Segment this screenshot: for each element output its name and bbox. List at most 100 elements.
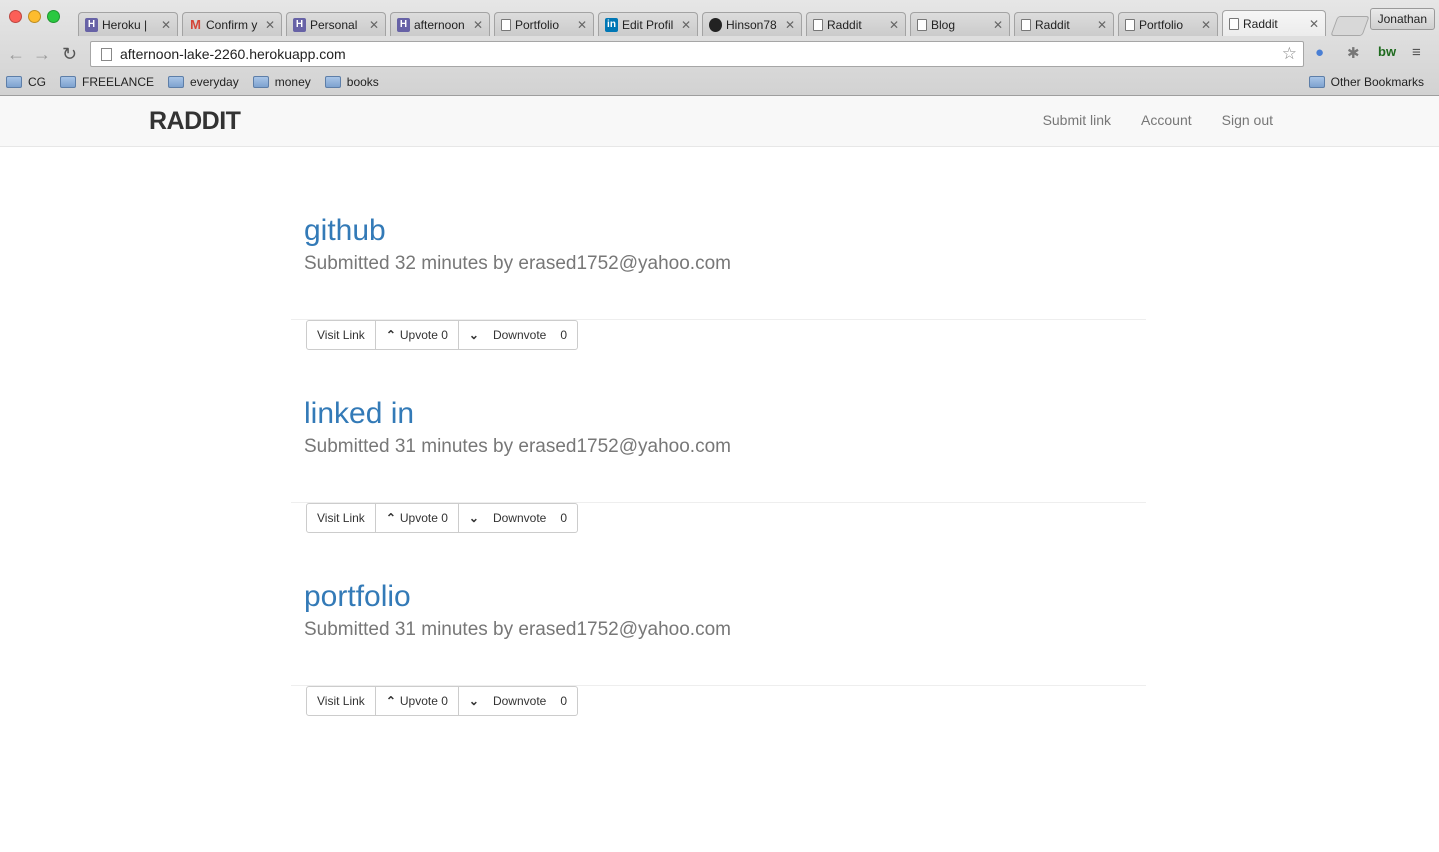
close-tab-icon[interactable]: ✕ [1201,18,1211,32]
close-tab-icon[interactable]: ✕ [369,18,379,32]
chevron-down-icon: ⌄ [468,694,479,708]
chevron-down-icon: ⌄ [468,511,479,525]
browser-toolbar: ← → ↻ ☆ ● ✱ bw ≡ [0,38,1439,70]
post-item: github Submitted 32 minutes by erased175… [291,214,1146,350]
back-icon[interactable]: ← [7,44,25,65]
downvote-button[interactable]: ⌄ Downvote 0 [457,503,579,533]
close-tab-icon[interactable]: ✕ [577,18,587,32]
page-icon [917,18,927,31]
downvote-button[interactable]: ⌄ Downvote 0 [457,320,579,350]
upvote-button[interactable]: ⌃ Upvote 0 [374,686,459,716]
close-tab-icon[interactable]: ✕ [1097,18,1107,32]
close-tab-icon[interactable]: ✕ [993,18,1003,32]
heroku-icon: H [293,17,306,32]
browser-tab-active[interactable]: Raddit ✕ [1222,10,1326,36]
new-tab-button[interactable] [1330,16,1370,36]
address-bar[interactable]: ☆ [90,41,1304,67]
post-actions: Visit Link ⌃ Upvote 0 ⌄ Downvote 0 [306,320,579,350]
folder-icon [6,76,22,88]
other-bookmarks[interactable]: Other Bookmarks [1308,75,1424,89]
upvote-button[interactable]: ⌃ Upvote 0 [374,503,459,533]
browser-tab[interactable]: M Confirm y ✕ [182,12,282,36]
close-tab-icon[interactable]: ✕ [785,18,795,32]
bug-icon[interactable]: ✱ [1347,44,1360,62]
account-nav[interactable]: Account [1141,112,1192,128]
chevron-up-icon: ⌃ [385,694,396,708]
post-item: portfolio Submitted 31 minutes by erased… [291,580,1146,716]
maximize-window-icon[interactable] [47,10,60,23]
folder-icon [324,76,341,88]
chevron-up-icon: ⌃ [385,511,396,525]
site-navbar: RADDIT Submit link Account Sign out [0,96,1439,147]
window-controls [9,10,60,23]
post-meta: Submitted 31 minutes by erased1752@yahoo… [304,436,731,457]
browser-tab[interactable]: H Heroku | ✕ [78,12,178,36]
browser-tab[interactable]: Hafternoon ✕ [390,12,490,36]
browser-tab[interactable]: Portfolio ✕ [1118,12,1218,36]
gmail-icon: M [190,17,201,32]
bookmark-folder[interactable]: everyday [168,75,239,89]
browser-chrome: H Heroku | ✕ M Confirm y ✕ H Personal ✕ Hafte… [0,0,1439,96]
folder-icon [60,76,76,88]
browser-tab[interactable]: Raddit ✕ [806,12,906,36]
browser-tab[interactable]: Hinson78 ✕ [702,12,802,36]
upvote-button[interactable]: ⌃ Upvote 0 [374,320,459,350]
post-title-link[interactable]: linked in [304,397,1146,431]
bookmark-folder[interactable]: money [252,75,311,89]
chevron-down-icon: ⌄ [468,328,479,342]
visit-link-button[interactable]: Visit Link [306,320,376,350]
forward-icon[interactable]: → [33,44,51,65]
browser-tab[interactable]: in Edit Profil ✕ [598,12,698,36]
close-tab-icon[interactable]: ✕ [265,18,275,32]
browser-tab[interactable]: Raddit ✕ [1014,12,1114,36]
bookmark-folder[interactable]: FREELANCE [60,75,154,89]
sign-out-nav[interactable]: Sign out [1222,112,1273,128]
bookmark-folder[interactable]: CG [6,75,46,89]
tab-strip: H Heroku | ✕ M Confirm y ✕ H Personal ✕ Hafte… [78,10,1370,36]
chevron-up-icon: ⌃ [385,328,396,342]
submit-link-nav[interactable]: Submit link [1043,112,1111,128]
folder-icon [252,76,269,88]
bookmark-folder[interactable]: books [324,75,379,89]
close-window-icon[interactable] [9,10,22,23]
close-tab-icon[interactable]: ✕ [1309,17,1319,31]
menu-icon[interactable]: ≡ [1412,44,1421,61]
post-actions: Visit Link ⌃ Upvote 0 ⌄ Downvote 0 [306,503,579,533]
heroku-icon: H [397,17,410,32]
visit-link-button[interactable]: Visit Link [306,503,376,533]
page-icon [1229,17,1239,30]
bookmarks-bar: CG FREELANCE everyday money books Other … [0,70,1439,94]
profile-button[interactable]: Jonathan [1369,8,1435,30]
page-icon [1125,18,1135,31]
browser-tab[interactable]: Blog ✕ [910,12,1010,36]
folder-icon [1308,76,1325,88]
close-tab-icon[interactable]: ✕ [473,18,483,32]
close-tab-icon[interactable]: ✕ [161,18,171,32]
page-icon [101,47,112,61]
close-tab-icon[interactable]: ✕ [681,18,691,32]
post-actions: Visit Link ⌃ Upvote 0 ⌄ Downvote 0 [306,686,579,716]
post-title-link[interactable]: github [304,214,1146,248]
reload-icon[interactable]: ↻ [62,44,77,65]
browser-tab[interactable]: H Personal ✕ [286,12,386,36]
nav-links: Submit link Account Sign out [1043,112,1273,128]
extension-icon[interactable]: ● [1315,44,1324,61]
bookmark-star-icon[interactable]: ☆ [1282,44,1297,64]
close-tab-icon[interactable]: ✕ [889,18,899,32]
post-item: linked in Submitted 31 minutes by erased… [291,397,1146,533]
brand-logo[interactable]: RADDIT [149,107,241,136]
browser-tab[interactable]: Portfolio ✕ [494,12,594,36]
minimize-window-icon[interactable] [28,10,41,23]
visit-link-button[interactable]: Visit Link [306,686,376,716]
heroku-icon: H [85,17,98,32]
bw-extension-icon[interactable]: bw [1378,44,1396,59]
post-meta: Submitted 31 minutes by erased1752@yahoo… [304,619,731,640]
page-icon [813,18,823,31]
downvote-button[interactable]: ⌄ Downvote 0 [457,686,579,716]
github-icon [709,17,722,32]
post-meta: Submitted 32 minutes by erased1752@yahoo… [304,253,731,274]
url-input[interactable] [120,46,1282,62]
post-title-link[interactable]: portfolio [304,580,1146,614]
linkedin-icon: in [605,17,618,32]
folder-icon [168,76,185,88]
